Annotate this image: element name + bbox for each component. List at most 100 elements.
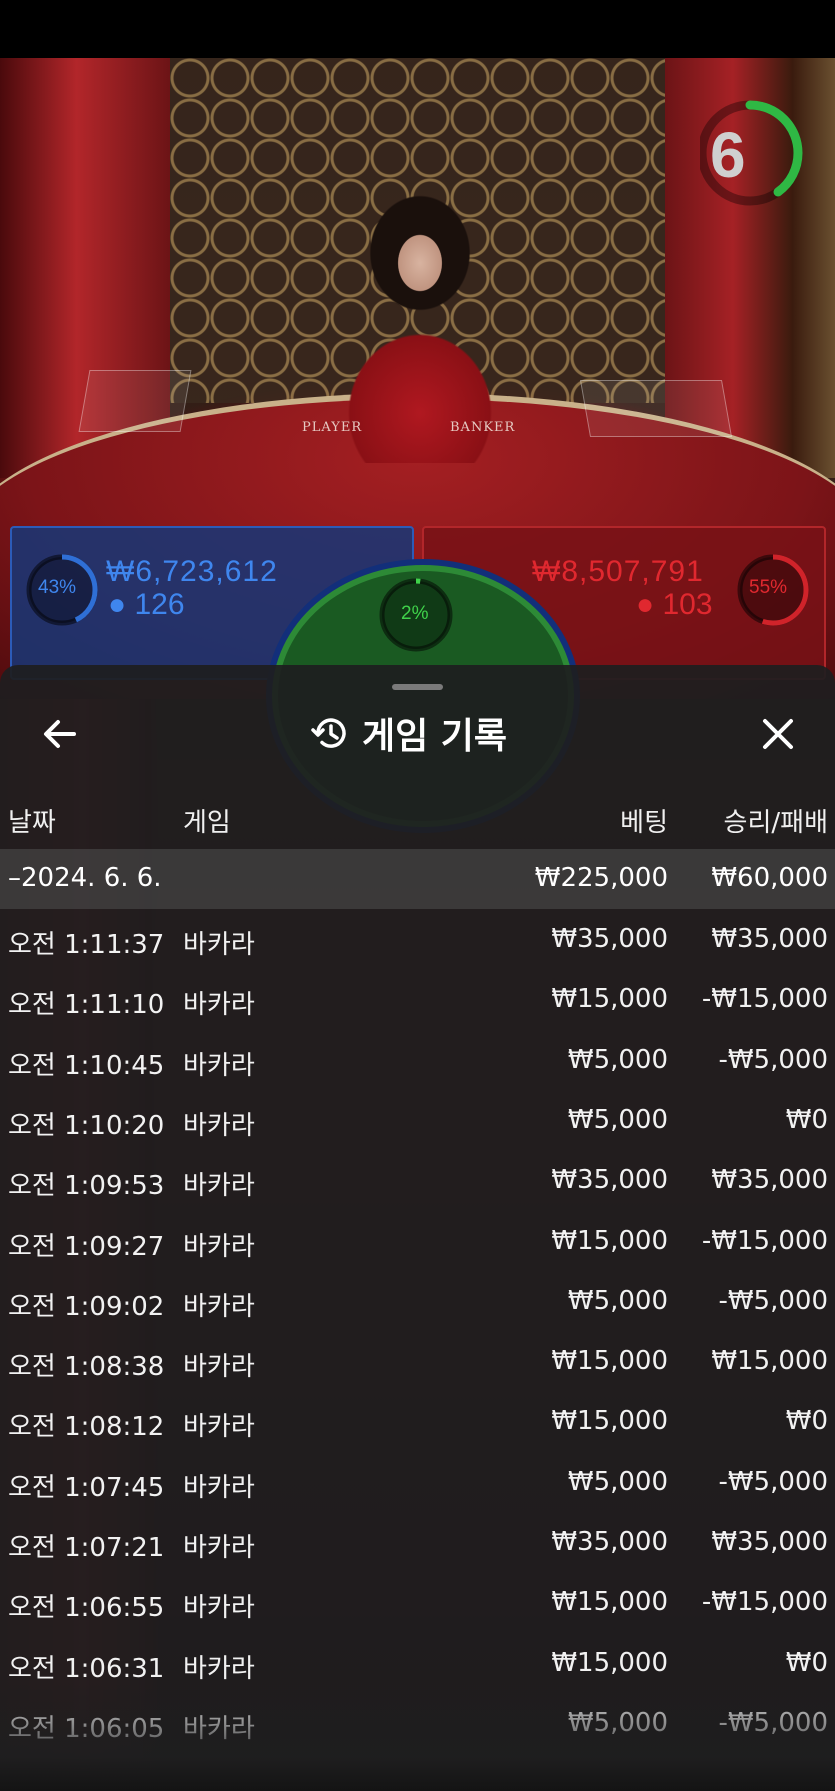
player-percent: 43%: [38, 577, 77, 598]
row-time: 오전 1:06:05: [8, 1713, 165, 1744]
row-bet: ₩15,000: [551, 1587, 668, 1618]
tie-percent: 2%: [401, 603, 429, 624]
row-time: 오전 1:09:27: [8, 1231, 165, 1262]
row-game: 바카라: [183, 1472, 255, 1503]
player-bet-amount: ₩6,723,612: [106, 555, 278, 588]
sheet-title-text: 게임 기록: [362, 716, 508, 757]
history-clock-icon: [311, 718, 346, 748]
row-result: ₩0: [785, 1104, 828, 1135]
player-bettor-count: ● 126: [108, 588, 185, 622]
row-bet: ₩15,000: [551, 1225, 668, 1256]
history-row[interactable]: 오전 1:06:55 바카라 ₩15,000 -₩15,000: [0, 1573, 835, 1633]
row-bet: ₩5,000: [567, 1285, 668, 1316]
row-time: 오전 1:10:45: [8, 1050, 165, 1081]
row-bet: ₩15,000: [551, 1647, 668, 1678]
history-row[interactable]: 오전 1:08:12 바카라 ₩15,000 ₩0: [0, 1392, 835, 1452]
row-game: 바카라: [183, 1110, 255, 1141]
person-icon: ●: [636, 588, 655, 621]
history-row[interactable]: 오전 1:11:10 바카라 ₩15,000 -₩15,000: [0, 970, 835, 1030]
banker-count-value: 103: [662, 588, 713, 621]
history-row[interactable]: 오전 1:10:45 바카라 ₩5,000 -₩5,000: [0, 1031, 835, 1091]
row-result: ₩35,000: [711, 1527, 828, 1557]
row-bet: ₩15,000: [551, 984, 668, 1015]
history-row[interactable]: 오전 1:08:38 바카라 ₩15,000 ₩15,000: [0, 1332, 835, 1392]
row-result: -₩15,000: [701, 1225, 828, 1256]
status-bar: [0, 0, 835, 58]
row-game: 바카라: [183, 1412, 255, 1443]
row-result: ₩35,000: [711, 1165, 828, 1196]
row-time: 오전 1:06:55: [8, 1593, 165, 1624]
row-bet: ₩15,000: [551, 1406, 668, 1437]
person-icon: ●: [108, 588, 127, 621]
row-bet: ₩35,000: [551, 924, 668, 954]
close-icon: [763, 719, 793, 749]
row-time: 오전 1:10:20: [8, 1110, 165, 1141]
table-label-player: PLAYER: [302, 420, 363, 435]
row-game: 바카라: [183, 1171, 255, 1202]
row-bet: ₩35,000: [551, 1527, 668, 1557]
banker-bettor-count: ● 103: [636, 588, 713, 622]
row-game: 바카라: [183, 1352, 255, 1383]
arrow-left-icon: [44, 720, 76, 748]
row-time: 오전 1:06:31: [8, 1653, 165, 1684]
row-result: -₩5,000: [718, 1044, 828, 1075]
row-time: 오전 1:07:21: [8, 1533, 165, 1563]
sheet-title: 게임 기록: [310, 708, 507, 758]
sheet-drag-handle[interactable]: [392, 684, 443, 690]
history-row[interactable]: 오전 1:09:53 바카라 ₩35,000 ₩35,000: [0, 1151, 835, 1211]
row-result: ₩35,000: [711, 924, 828, 954]
countdown-seconds: 6: [710, 119, 746, 191]
column-header-date: 날짜: [8, 808, 56, 838]
row-time: 오전 1:07:45: [8, 1472, 165, 1503]
row-time: 오전 1:11:10: [8, 990, 165, 1021]
card-discard-tray: [78, 370, 192, 432]
row-bet: ₩5,000: [567, 1104, 668, 1135]
row-time: 오전 1:09:02: [8, 1291, 165, 1322]
column-header-result: 승리/패배: [723, 808, 828, 838]
column-header-bet: 베팅: [620, 808, 668, 838]
column-header-game: 게임: [183, 808, 231, 838]
date-group-label: –2024. 6. 6.: [8, 863, 162, 893]
date-group-row[interactable]: –2024. 6. 6. ₩225,000 ₩60,000: [0, 849, 835, 909]
history-row[interactable]: 오전 1:10:20 바카라 ₩5,000 ₩0: [0, 1091, 835, 1151]
player-count-value: 126: [134, 588, 185, 621]
row-game: 바카라: [183, 930, 255, 960]
table-label-banker: BANKER: [450, 420, 516, 435]
date-group-result-total: ₩60,000: [711, 863, 828, 893]
banker-percent: 55%: [749, 577, 788, 598]
history-row[interactable]: 오전 1:09:02 바카라 ₩5,000 -₩5,000: [0, 1272, 835, 1332]
row-time: 오전 1:11:37: [8, 930, 165, 960]
history-row[interactable]: 오전 1:07:45 바카라 ₩5,000 -₩5,000: [0, 1453, 835, 1513]
row-bet: ₩5,000: [567, 1707, 668, 1738]
row-result: -₩5,000: [718, 1707, 828, 1738]
row-bet: ₩5,000: [567, 1466, 668, 1497]
row-game: 바카라: [183, 1593, 255, 1624]
row-game: 바카라: [183, 1713, 255, 1744]
history-row[interactable]: 오전 1:09:27 바카라 ₩15,000 -₩15,000: [0, 1212, 835, 1272]
close-button[interactable]: [756, 712, 800, 756]
row-game: 바카라: [183, 1050, 255, 1081]
row-game: 바카라: [183, 1533, 255, 1563]
back-button[interactable]: [38, 712, 82, 756]
history-row[interactable]: 오전 1:06:05 바카라 ₩5,000 -₩5,000: [0, 1694, 835, 1754]
row-game: 바카라: [183, 1231, 255, 1262]
row-game: 바카라: [183, 990, 255, 1021]
row-bet: ₩5,000: [567, 1044, 668, 1075]
date-group-bet-total: ₩225,000: [534, 863, 668, 893]
history-row[interactable]: 오전 1:06:31 바카라 ₩15,000 ₩0: [0, 1634, 835, 1694]
row-result: -₩5,000: [718, 1466, 828, 1497]
card-shoe: [579, 380, 733, 437]
history-row[interactable]: 오전 1:11:37 바카라 ₩35,000 ₩35,000: [0, 910, 835, 970]
row-time: 오전 1:08:12: [8, 1412, 165, 1443]
row-result: ₩15,000: [711, 1346, 828, 1377]
row-game: 바카라: [183, 1653, 255, 1684]
row-bet: ₩15,000: [551, 1346, 668, 1377]
row-result: -₩15,000: [701, 1587, 828, 1618]
banker-bet-amount: ₩8,507,791: [532, 555, 704, 588]
row-result: ₩0: [785, 1406, 828, 1437]
row-time: 오전 1:09:53: [8, 1171, 165, 1202]
history-row[interactable]: 오전 1:07:21 바카라 ₩35,000 ₩35,000: [0, 1513, 835, 1573]
row-bet: ₩35,000: [551, 1165, 668, 1196]
row-result: -₩5,000: [718, 1285, 828, 1316]
row-game: 바카라: [183, 1291, 255, 1322]
